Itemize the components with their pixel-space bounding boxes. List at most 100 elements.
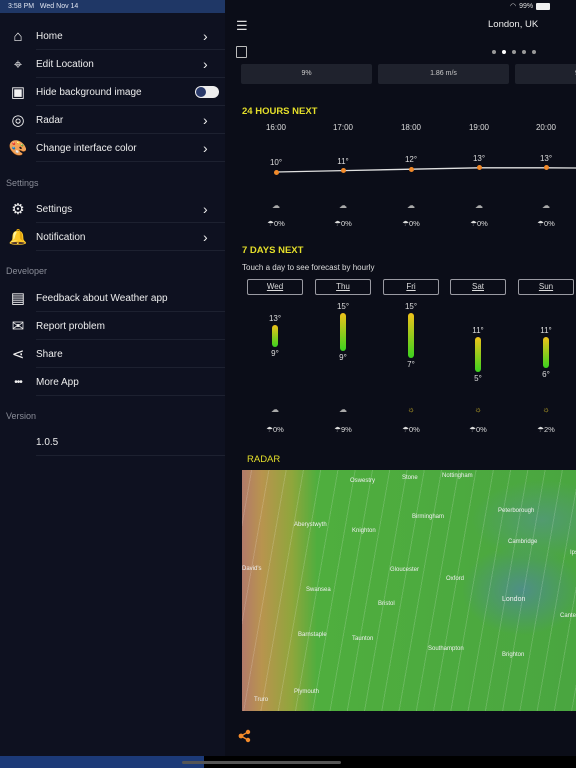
umbrella-icon: ☂ <box>267 219 274 228</box>
hamburger-menu-icon[interactable]: ☰ <box>236 19 248 32</box>
hide-background-toggle[interactable] <box>195 86 219 98</box>
menu-item-share[interactable]: ⋖ Share <box>0 340 225 368</box>
partly-cloudy-icon: ☁ <box>339 201 347 210</box>
umbrella-icon: ☂ <box>402 425 409 434</box>
location-title[interactable]: London, UK <box>488 19 538 30</box>
chat-icon: ▤ <box>10 290 26 307</box>
sun-icon: ☼ <box>542 405 550 414</box>
bell-icon: 🔔 <box>8 229 28 246</box>
precip-value: 0% <box>273 219 285 228</box>
map-city-label: Canterbury <box>560 613 576 619</box>
page-dot[interactable] <box>492 50 496 54</box>
map-city-label: David's <box>242 566 262 572</box>
status-time: 3:58 PM <box>8 3 35 10</box>
menu-item-label: Edit Location <box>36 58 94 70</box>
hour-precip: ☂0% <box>386 219 436 228</box>
menu-item-label: Settings <box>36 203 73 215</box>
day-button-thu[interactable]: Thu <box>315 279 371 295</box>
map-city-label: Swansea <box>306 587 331 593</box>
page-dot[interactable] <box>532 50 536 54</box>
umbrella-icon: ☂ <box>266 425 273 434</box>
menu-item-radar[interactable]: ◎ Radar › <box>0 106 225 134</box>
menu-item-settings[interactable]: ⚙ Settings › <box>0 195 225 223</box>
menu-item-change-interface-color[interactable]: 🎨 Change interface color › <box>0 134 225 162</box>
map-city-label: Nottingham <box>442 473 473 479</box>
hour-label: 17:00 <box>332 123 354 132</box>
map-city-label: Cambridge <box>508 539 538 545</box>
card-value: 1.86 m/s <box>430 70 457 77</box>
menu-item-label: Home <box>36 30 63 42</box>
day-low: 7° <box>407 360 415 369</box>
day-precip: ☂9% <box>318 425 368 434</box>
share-icon[interactable] <box>238 729 252 743</box>
day-button-fri[interactable]: Fri <box>383 279 439 295</box>
radar-map[interactable]: Oswestry Stone Nottingham Peterborough Birmi… <box>242 470 576 711</box>
map-city-label: Birmingham <box>412 514 445 520</box>
hour-temp: 13° <box>472 153 486 163</box>
menu-item-label: Radar <box>36 114 64 126</box>
precip-value: 0% <box>408 425 420 434</box>
temp-point <box>408 166 414 172</box>
umbrella-icon: ☂ <box>334 425 341 434</box>
page-dot[interactable] <box>522 50 526 54</box>
menu-item-home[interactable]: ⌂ Home › <box>0 22 225 50</box>
precip-value: 0% <box>272 425 284 434</box>
menu-item-feedback-about-weather-app[interactable]: ▤ Feedback about Weather app <box>0 284 225 312</box>
partly-cloudy-icon: ☁ <box>407 201 415 210</box>
hourly-title: 24 HOURS NEXT <box>242 106 318 117</box>
map-city-label: Peterborough <box>498 508 535 514</box>
menu-item-edit-location[interactable]: ⌖ Edit Location › <box>0 50 225 78</box>
day-button-sun[interactable]: Sun <box>518 279 574 295</box>
version-row: 1.0.5 <box>0 428 225 456</box>
temp-point <box>476 165 482 171</box>
hour-temp: 13° <box>539 153 553 163</box>
temp-point <box>273 169 279 175</box>
daily-subtitle: Touch a day to see forecast by hourly <box>242 263 375 272</box>
home-indicator[interactable] <box>182 761 341 764</box>
more-icon: ••• <box>14 376 23 388</box>
map-city-label: Aberystwyth <box>294 522 327 528</box>
temp-range-bar <box>543 337 549 368</box>
radar-icon: ◎ <box>11 112 25 129</box>
menu-item-hide-background-image[interactable]: ▣ Hide background image <box>0 78 225 106</box>
menu-item-label: Notification <box>36 231 86 243</box>
status-bar-left: 3:58 PM Wed Nov 14 <box>0 0 225 13</box>
map-city-label: Taunton <box>352 636 374 642</box>
page-dot[interactable] <box>512 50 516 54</box>
page-indicator[interactable] <box>492 50 536 54</box>
temp-range-bar <box>408 313 414 358</box>
partly-cloudy-icon: ☁ <box>475 201 483 210</box>
status-date: Wed Nov 14 <box>39 3 79 10</box>
menu-item-report-problem[interactable]: ✉ Report problem <box>0 312 225 340</box>
temp-point <box>340 168 346 174</box>
umbrella-icon: ☂ <box>470 219 477 228</box>
battery-icon <box>536 2 551 10</box>
version-value: 1.0.5 <box>36 436 59 448</box>
map-city-label: Oswestry <box>350 478 376 484</box>
menu-item-label: Feedback about Weather app <box>36 292 168 304</box>
map-city-label: Bristol <box>378 601 395 607</box>
precip-value: 0% <box>475 425 487 434</box>
day-precip: ☂0% <box>386 425 436 434</box>
day-button-wed[interactable]: Wed <box>247 279 303 295</box>
settings-icon: ⚙ <box>11 201 25 218</box>
hour-label: 16:00 <box>265 123 287 132</box>
status-bar-right: ◠ 99% <box>510 2 551 10</box>
day-precip: ☂0% <box>250 425 300 434</box>
image-lock-icon[interactable] <box>236 46 247 58</box>
page-dot[interactable] <box>502 50 506 54</box>
hour-precip: ☂0% <box>318 219 368 228</box>
chevron-right-icon: › <box>203 28 208 44</box>
menu-item-notification[interactable]: 🔔 Notification › <box>0 223 225 251</box>
menu-item-more-app[interactable]: ••• More App <box>0 368 225 396</box>
day-high: 11° <box>540 326 552 335</box>
hour-temp: 10° <box>269 158 283 167</box>
section-settings: Settings <box>6 178 39 188</box>
palette-icon: 🎨 <box>8 140 28 157</box>
umbrella-icon: ☂ <box>469 425 476 434</box>
map-city-label: London <box>502 596 526 603</box>
home-icon: ⌂ <box>13 27 23 45</box>
day-button-sat[interactable]: Sat <box>450 279 506 295</box>
hour-label: 19:00 <box>468 123 490 132</box>
wifi-icon: ◠ <box>510 3 517 10</box>
